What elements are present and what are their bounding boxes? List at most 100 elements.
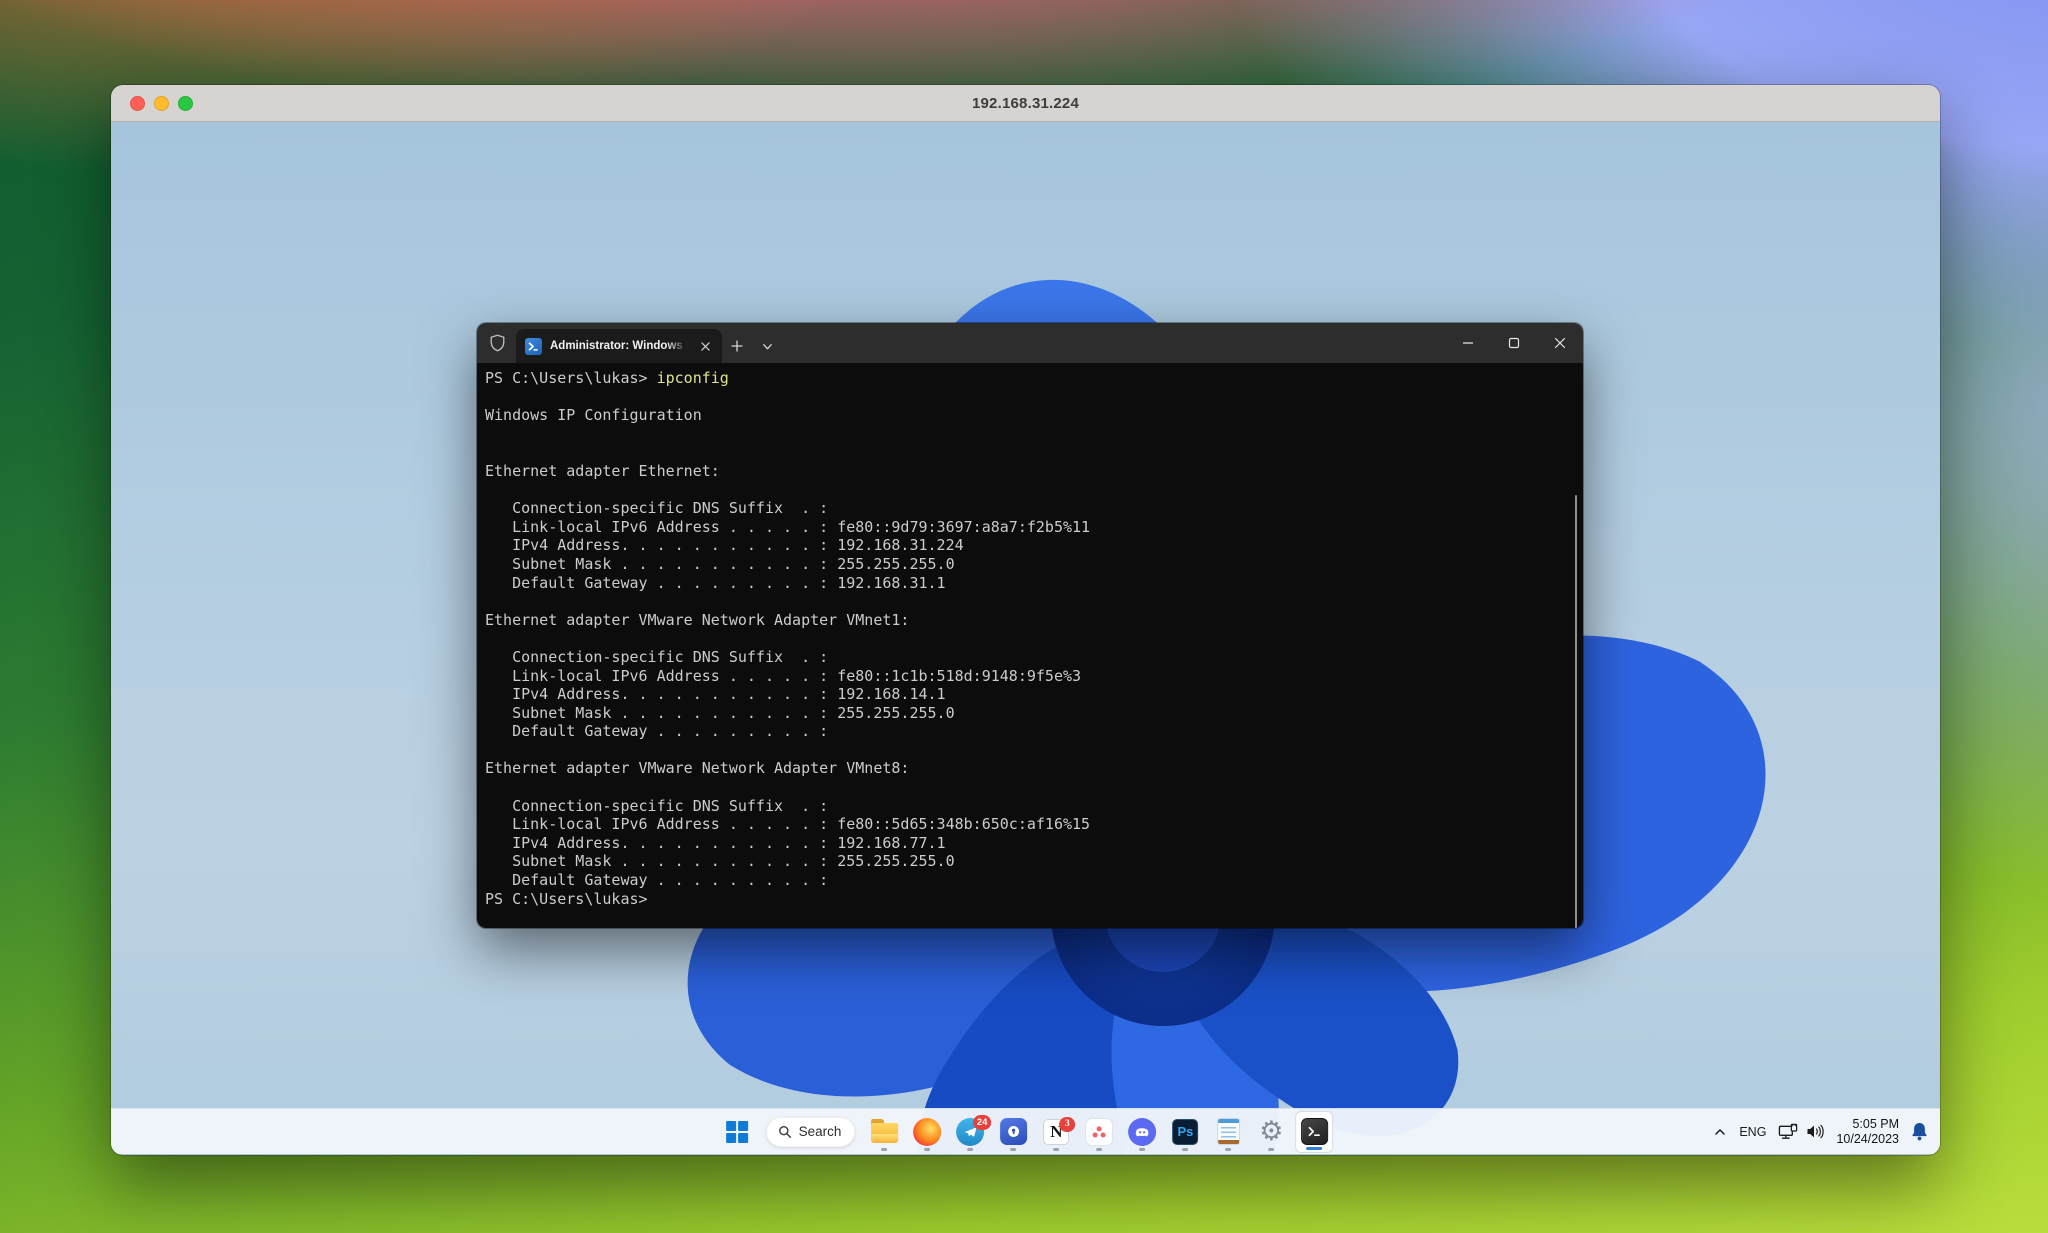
terminal-output-line: Subnet Mask . . . . . . . . . . . : 255.… — [485, 852, 1583, 871]
active-running-indicator — [1306, 1147, 1322, 1150]
terminal-output-line — [485, 443, 1583, 462]
search-button[interactable]: Search — [766, 1117, 856, 1147]
terminal-tab-title: Administrator: Windows Pow — [550, 340, 688, 352]
terminal-content[interactable]: PS C:\Users\lukas> ipconfig Windows IP C… — [477, 363, 1583, 928]
terminal-output-line: Default Gateway . . . . . . . . . : — [485, 722, 1583, 741]
terminal-minimize-button[interactable] — [1445, 323, 1491, 363]
terminal-tab-powershell[interactable]: Administrator: Windows Pow — [516, 329, 722, 363]
terminal-output-line: IPv4 Address. . . . . . . . . . . : 192.… — [485, 685, 1583, 704]
new-tab-button[interactable] — [722, 329, 752, 363]
file-explorer-icon — [871, 1123, 898, 1143]
windows-taskbar: Search — [111, 1108, 1940, 1154]
language-button[interactable]: ENG — [1739, 1125, 1766, 1139]
notification-bell-button[interactable] — [1911, 1122, 1928, 1141]
terminal-output-line: Connection-specific DNS Suffix . : — [485, 648, 1583, 667]
network-monitor-icon — [1778, 1123, 1799, 1141]
macos-desktop: 192.168.31.224 — [0, 0, 2048, 1233]
tab-dropdown-button[interactable] — [752, 329, 782, 363]
clock[interactable]: 5:05 PM 10/24/2023 — [1836, 1117, 1899, 1147]
running-indicator — [967, 1148, 973, 1151]
taskbar-photoshop[interactable]: Ps — [1166, 1111, 1204, 1153]
zoom-window-button[interactable] — [178, 96, 193, 111]
speaker-icon — [1806, 1124, 1824, 1139]
firefox-icon — [913, 1118, 941, 1146]
1password-icon — [1000, 1118, 1027, 1145]
close-window-button[interactable] — [130, 96, 145, 111]
taskbar-1password[interactable] — [994, 1111, 1032, 1153]
powershell-icon — [525, 338, 542, 355]
terminal-output-line: Ethernet adapter Ethernet: — [485, 462, 1583, 481]
windows-terminal-window: Administrator: Windows Pow — [477, 323, 1583, 928]
terminal-output-line: Link-local IPv6 Address . . . . . : fe80… — [485, 667, 1583, 686]
terminal-output-line: Subnet Mask . . . . . . . . . . . : 255.… — [485, 704, 1583, 723]
terminal-output-line: Subnet Mask . . . . . . . . . . . : 255.… — [485, 555, 1583, 574]
chevron-down-icon — [762, 341, 773, 352]
terminal-output-line: Ethernet adapter VMware Network Adapter … — [485, 611, 1583, 630]
terminal-output-line — [485, 481, 1583, 500]
traffic-lights — [130, 85, 193, 121]
taskbar-notion[interactable]: N 3 — [1037, 1111, 1075, 1153]
taskbar-telegram[interactable]: 24 — [951, 1111, 989, 1153]
terminal-output-line: Link-local IPv6 Address . . . . . : fe80… — [485, 518, 1583, 537]
window-title: 192.168.31.224 — [972, 95, 1079, 112]
terminal-close-button[interactable] — [1537, 323, 1583, 363]
close-icon — [1554, 337, 1566, 349]
taskbar-notepad[interactable] — [1209, 1111, 1247, 1153]
start-button[interactable] — [718, 1111, 756, 1153]
terminal-output-line — [485, 388, 1583, 407]
tray-system-button[interactable] — [1778, 1123, 1824, 1141]
gear-icon: ⚙ — [1259, 1118, 1283, 1145]
remote-windows-desktop: Administrator: Windows Pow — [111, 122, 1940, 1154]
bell-icon — [1911, 1122, 1928, 1141]
terminal-output-line: Windows IP Configuration — [485, 406, 1583, 425]
terminal-scrollbar[interactable] — [1575, 495, 1577, 928]
taskbar-asana[interactable] — [1080, 1111, 1118, 1153]
taskbar-file-explorer[interactable] — [865, 1111, 903, 1153]
minimize-icon — [1462, 337, 1474, 349]
terminal-output-line: Connection-specific DNS Suffix . : — [485, 499, 1583, 518]
terminal-output-line — [485, 778, 1583, 797]
taskbar-discord[interactable] — [1123, 1111, 1161, 1153]
windows-logo-icon — [726, 1121, 748, 1143]
running-indicator — [1096, 1148, 1102, 1151]
taskbar-settings[interactable]: ⚙ — [1252, 1111, 1290, 1153]
close-icon — [701, 342, 710, 351]
photoshop-icon: Ps — [1172, 1119, 1198, 1145]
taskbar-windows-terminal[interactable] — [1295, 1111, 1333, 1153]
running-indicator — [924, 1148, 930, 1151]
macos-title-bar[interactable]: 192.168.31.224 — [111, 85, 1940, 122]
macos-remote-window: 192.168.31.224 — [111, 85, 1940, 1155]
terminal-output-lines: Windows IP Configuration Ethernet adapter… — [485, 388, 1583, 909]
system-tray: ENG 5:05 PM — [1713, 1109, 1928, 1154]
search-label: Search — [799, 1124, 842, 1139]
search-icon — [778, 1125, 792, 1139]
terminal-output-line — [485, 592, 1583, 611]
terminal-output-line: Connection-specific DNS Suffix . : — [485, 797, 1583, 816]
tray-time: 5:05 PM — [1852, 1117, 1899, 1132]
terminal-output-line: IPv4 Address. . . . . . . . . . . : 192.… — [485, 834, 1583, 853]
tray-overflow-button[interactable] — [1713, 1125, 1727, 1139]
terminal-output-line — [485, 425, 1583, 444]
running-indicator — [1182, 1148, 1188, 1151]
terminal-prompt: PS C:\Users\lukas> — [485, 369, 657, 387]
notepad-icon — [1217, 1118, 1240, 1145]
telegram-badge: 24 — [973, 1115, 992, 1130]
taskbar-firefox[interactable] — [908, 1111, 946, 1153]
terminal-output-line: PS C:\Users\lukas> — [485, 890, 1583, 909]
maximize-icon — [1508, 337, 1520, 349]
running-indicator — [1053, 1148, 1059, 1151]
telegram-icon: 24 — [956, 1118, 984, 1146]
minimize-window-button[interactable] — [154, 96, 169, 111]
terminal-maximize-button[interactable] — [1491, 323, 1537, 363]
discord-icon — [1128, 1118, 1156, 1146]
running-indicator — [1010, 1148, 1016, 1151]
running-indicator — [1139, 1148, 1145, 1151]
chevron-up-icon — [1713, 1125, 1727, 1139]
tray-date: 10/24/2023 — [1836, 1132, 1899, 1147]
tab-close-button[interactable] — [696, 337, 714, 355]
terminal-output-line: Ethernet adapter VMware Network Adapter … — [485, 759, 1583, 778]
terminal-output-line: IPv4 Address. . . . . . . . . . . : 192.… — [485, 536, 1583, 555]
terminal-output-line: Default Gateway . . . . . . . . . : 192.… — [485, 574, 1583, 593]
windows-terminal-icon — [1301, 1118, 1328, 1145]
notion-badge: 3 — [1059, 1117, 1075, 1132]
